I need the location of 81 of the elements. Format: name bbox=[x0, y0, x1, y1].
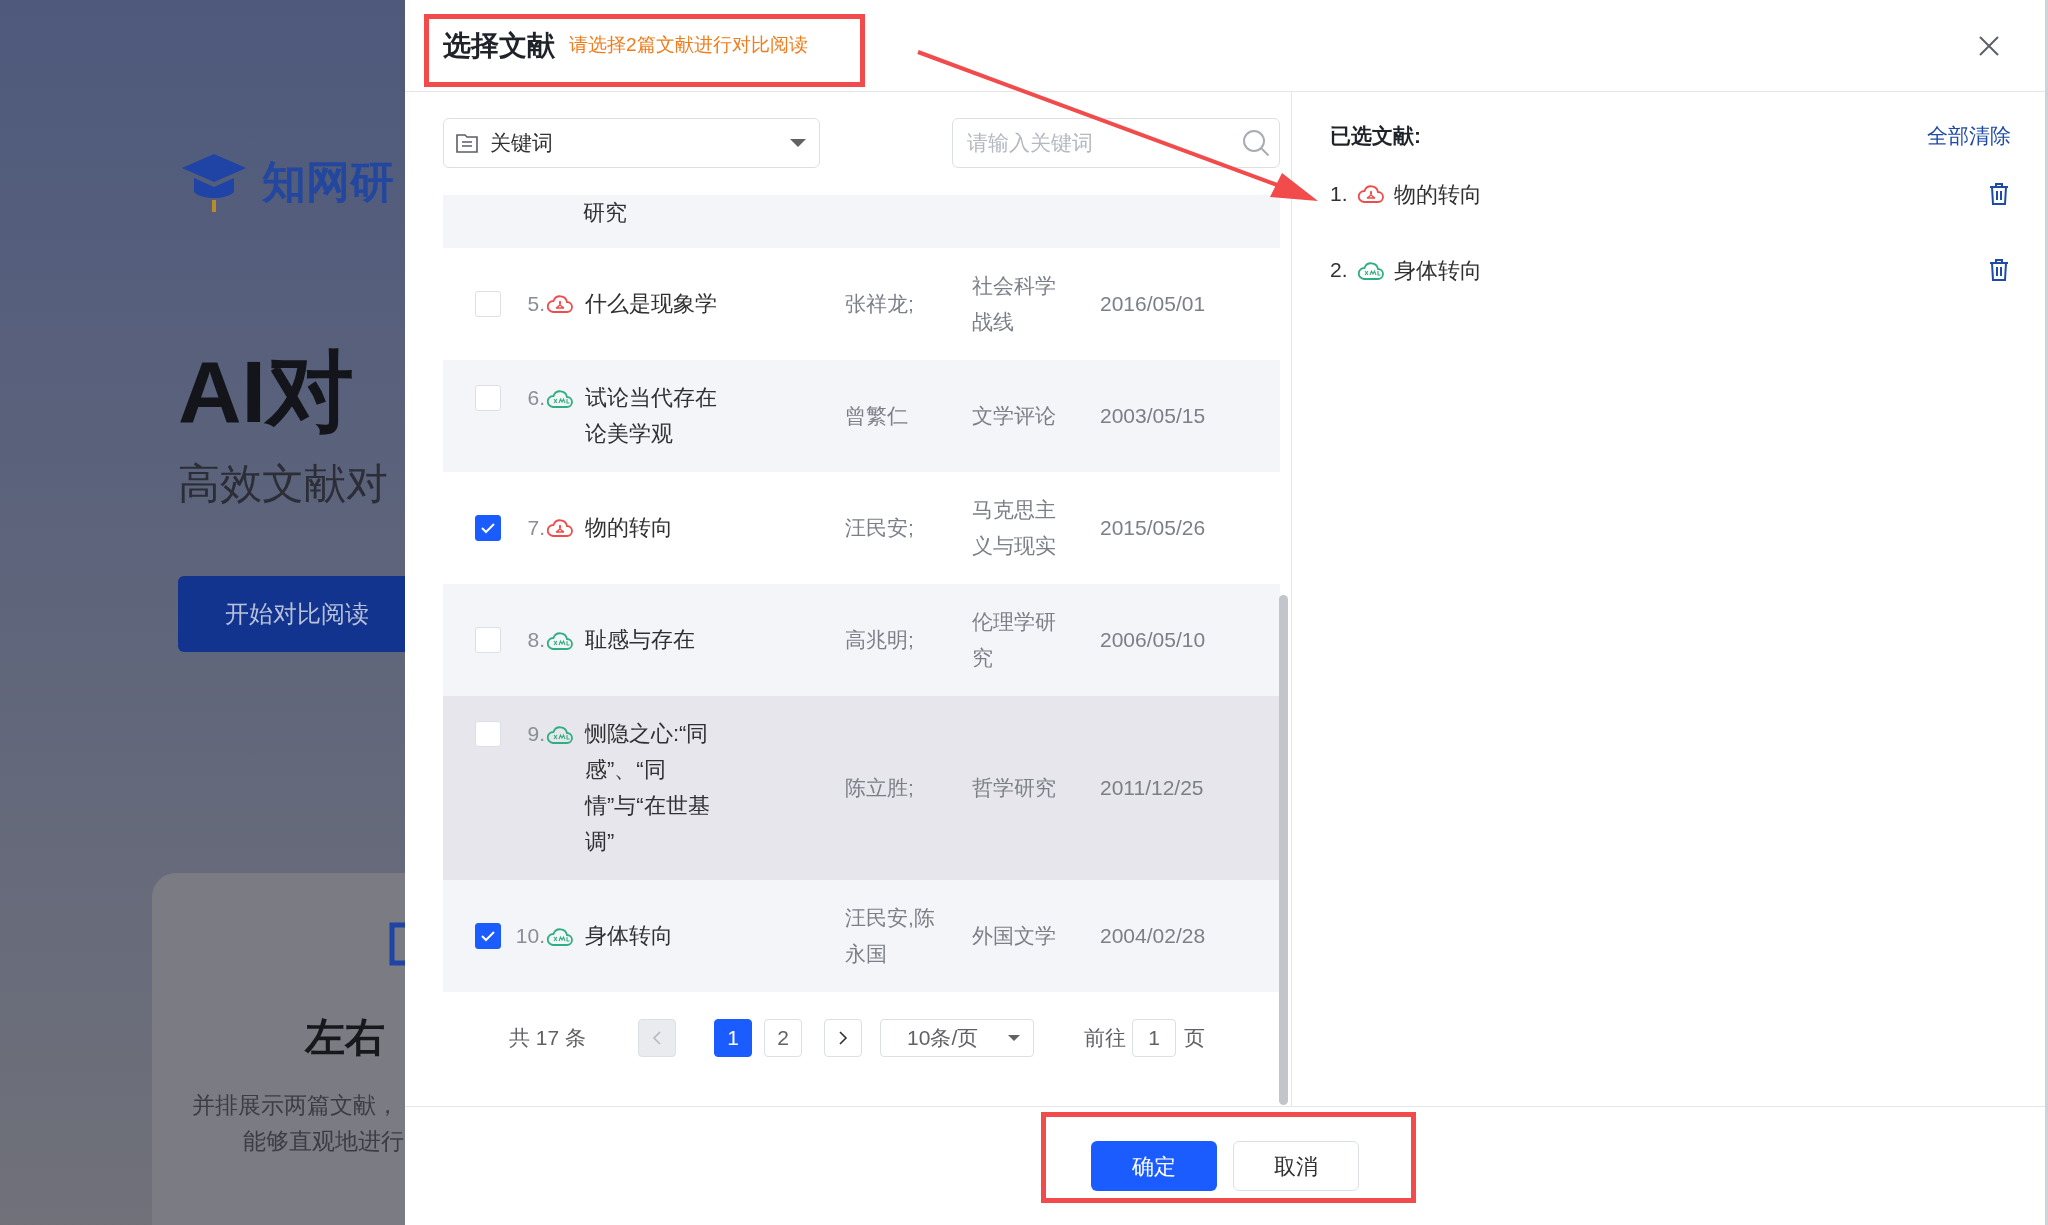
chevron-left-icon bbox=[652, 1030, 663, 1046]
feature-description: 能够直观地进行 bbox=[243, 1127, 404, 1156]
goto-page-input[interactable]: 1 bbox=[1132, 1019, 1177, 1057]
row-title: 什么是现象学 bbox=[585, 290, 718, 318]
selected-title-text: 物的转向 bbox=[1393, 180, 1482, 209]
page-button[interactable]: 1 bbox=[714, 1019, 753, 1057]
row-journal: 外国文学 bbox=[972, 923, 1057, 949]
row-title: 耻感与存在 bbox=[585, 626, 696, 654]
row-journal: 马克思主义与现实 bbox=[972, 497, 1057, 559]
selected-title-text: 身体转向 bbox=[1393, 256, 1482, 285]
row-title: 试论当代存在论美学观 bbox=[585, 384, 718, 448]
delete-button[interactable] bbox=[1987, 257, 2011, 283]
row-author: 汪民安,陈永国 bbox=[845, 905, 936, 967]
page-size-select[interactable]: 10条/页 bbox=[880, 1019, 1035, 1057]
row-journal: 伦理学研究 bbox=[972, 609, 1057, 671]
row-author: 张祥龙; bbox=[845, 291, 915, 317]
close-icon bbox=[1978, 34, 2000, 57]
pdf-cloud-icon bbox=[546, 292, 574, 316]
check-icon bbox=[480, 522, 496, 534]
total-count: 共 17 条 bbox=[509, 1025, 587, 1052]
hero-title: AI对 bbox=[178, 344, 355, 440]
goto-suffix: 页 bbox=[1184, 1025, 1206, 1052]
row-number: 6. bbox=[526, 385, 545, 411]
caret-icon bbox=[1007, 1034, 1022, 1042]
dialog-hint: 请选择2篇文献进行对比阅读 bbox=[569, 33, 808, 58]
row-title: 恻隐之心:“同感”、“同情”与“在世基调” bbox=[585, 720, 711, 856]
row-journal: 哲学研究 bbox=[972, 775, 1057, 801]
start-compare-button[interactable]: 开始对比阅读 bbox=[178, 576, 405, 652]
row-title: 研究 bbox=[583, 199, 627, 227]
chevron-right-icon bbox=[838, 1030, 849, 1046]
row-number: 7. bbox=[526, 515, 545, 541]
hero-subtitle: 高效文献对 bbox=[178, 459, 389, 509]
row-title: 身体转向 bbox=[585, 922, 674, 950]
row-date: 2004/02/28 bbox=[1100, 923, 1206, 949]
row-checkbox[interactable] bbox=[475, 923, 501, 949]
table-row[interactable]: 8. 耻感与存在 高兆明; 伦理学研究 2006/05/10 bbox=[443, 584, 1280, 696]
dialog-title: 选择文献 bbox=[443, 28, 555, 63]
row-number: 9. bbox=[526, 721, 545, 747]
next-page-button[interactable] bbox=[824, 1019, 863, 1057]
row-number: 5. bbox=[526, 291, 545, 317]
row-number: 8. bbox=[526, 627, 545, 653]
table-row[interactable]: 6. 试论当代存在论美学观 曾繁仁 文学评论 2003/05/15 bbox=[443, 360, 1280, 472]
selected-number: 1. bbox=[1330, 181, 1348, 208]
caret-icon bbox=[789, 138, 807, 148]
filter-select[interactable]: 关键词 bbox=[443, 118, 820, 168]
feature-title: 左右 bbox=[305, 1014, 385, 1061]
search-field[interactable]: 请输入关键词 bbox=[952, 118, 1280, 168]
row-checkbox[interactable] bbox=[475, 515, 501, 541]
page-button[interactable]: 2 bbox=[764, 1019, 803, 1057]
selected-title: 已选文献: bbox=[1330, 123, 1421, 150]
selected-number: 2. bbox=[1330, 257, 1348, 284]
row-date: 2016/05/01 bbox=[1100, 291, 1206, 317]
clear-all-link[interactable]: 全部清除 bbox=[1927, 120, 2011, 152]
search-input[interactable]: 请输入关键词 bbox=[967, 127, 1241, 159]
row-date: 2015/05/26 bbox=[1100, 515, 1206, 541]
feature-description: 并排展示两篇文献， bbox=[192, 1091, 399, 1120]
goto-label: 前往 bbox=[1084, 1025, 1127, 1052]
row-date: 2006/05/10 bbox=[1100, 627, 1206, 653]
pdf-cloud-icon bbox=[546, 516, 574, 540]
row-author: 汪民安; bbox=[845, 515, 915, 541]
check-icon bbox=[480, 930, 496, 942]
row-date: 2003/05/15 bbox=[1100, 403, 1206, 429]
row-author: 陈立胜; bbox=[845, 775, 915, 801]
trash-icon bbox=[1989, 259, 2009, 281]
filter-value: 关键词 bbox=[490, 130, 553, 157]
pdf-cloud-icon bbox=[1356, 182, 1385, 206]
delete-button[interactable] bbox=[1987, 181, 2011, 207]
table-row[interactable]: 9. 恻隐之心:“同感”、“同情”与“在世基调” 陈立胜; 哲学研究 2011/12/25 bbox=[443, 696, 1280, 880]
confirm-button[interactable]: 确定 bbox=[1091, 1141, 1217, 1191]
cancel-button[interactable]: 取消 bbox=[1233, 1141, 1359, 1191]
list-icon bbox=[456, 133, 478, 153]
row-journal: 社会科学战线 bbox=[972, 273, 1057, 335]
row-journal: 文学评论 bbox=[972, 403, 1057, 429]
row-number: 10. bbox=[514, 923, 545, 949]
row-author: 高兆明; bbox=[845, 627, 915, 653]
table-row[interactable]: 10. 身体转向 汪民安,陈永国 外国文学 2004/02/28 bbox=[443, 880, 1280, 992]
search-icon bbox=[1241, 128, 1271, 158]
row-author: 曾繁仁 bbox=[845, 403, 909, 429]
trash-icon bbox=[1989, 183, 2009, 205]
row-date: 2011/12/25 bbox=[1100, 775, 1204, 801]
row-title: 物的转向 bbox=[585, 514, 674, 542]
